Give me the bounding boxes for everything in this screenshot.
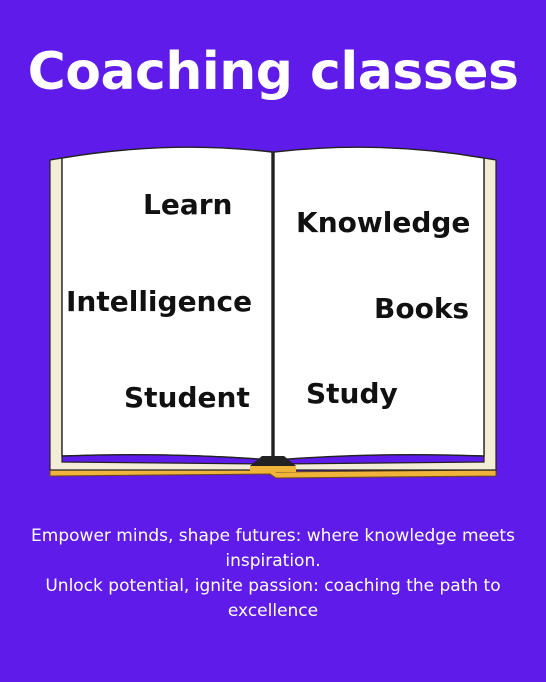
tagline-line-1: Empower minds, shape futures: where know… [31,526,515,571]
word-intelligence: Intelligence [66,285,253,318]
tagline: Empower minds, shape futures: where know… [8,524,538,624]
word-books: Books [374,292,470,325]
word-study: Study [306,377,398,410]
word-knowledge: Knowledge [296,206,471,239]
tagline-line-2: Unlock potential, ignite passion: coachi… [45,576,501,621]
word-learn: Learn [143,188,233,221]
word-student: Student [124,381,250,414]
